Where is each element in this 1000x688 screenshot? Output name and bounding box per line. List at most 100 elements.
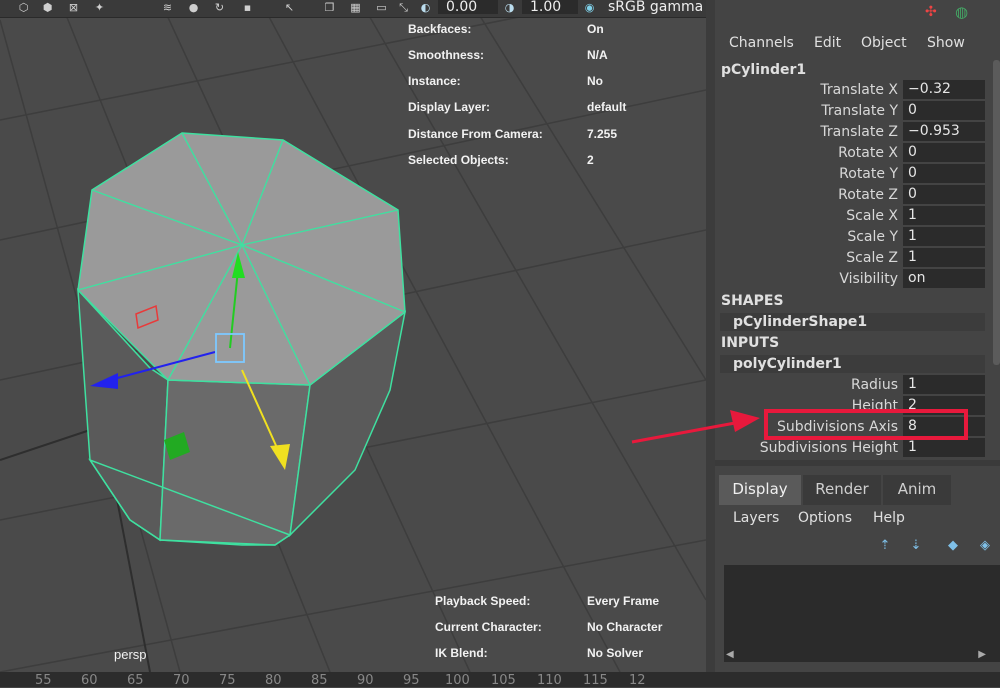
attr-label[interactable]: Scale X bbox=[715, 208, 898, 224]
attr-label[interactable]: Translate Z bbox=[715, 124, 898, 140]
attr-field[interactable]: 0 bbox=[903, 101, 985, 120]
colorspace-dropdown[interactable]: sRGB gamma bbox=[600, 0, 706, 14]
ruler-tick: 12 bbox=[629, 673, 646, 688]
hud-label: Selected Objects: bbox=[408, 153, 509, 167]
hud-value: No Character bbox=[587, 620, 663, 634]
input-attr-label[interactable]: Subdivisions Height bbox=[715, 440, 898, 456]
menu-edit[interactable]: Edit bbox=[814, 35, 841, 51]
tab-anim[interactable]: Anim bbox=[883, 475, 951, 505]
exposure-field[interactable]: 0.00 bbox=[438, 0, 498, 14]
attr-field[interactable]: 0 bbox=[903, 164, 985, 183]
refresh-icon[interactable]: ↻ bbox=[212, 0, 227, 15]
inputs-header: INPUTS bbox=[721, 335, 780, 351]
hud-value: On bbox=[587, 22, 604, 36]
shapes-header: SHAPES bbox=[721, 293, 784, 309]
hud-value: default bbox=[587, 100, 627, 114]
scroll-right-icon[interactable]: ▶ bbox=[978, 649, 986, 660]
move-layer-down-icon[interactable]: ⇣ bbox=[906, 538, 926, 553]
attr-field[interactable]: 1 bbox=[903, 227, 985, 246]
menu-channels[interactable]: Channels bbox=[729, 35, 794, 51]
ruler-tick: 75 bbox=[219, 673, 236, 688]
globe-icon: ◍ bbox=[955, 3, 969, 21]
hud-label: Current Character: bbox=[435, 620, 542, 634]
menu-layers[interactable]: Layers bbox=[733, 510, 779, 526]
xray-icon[interactable]: ⬡ bbox=[16, 0, 31, 15]
resolution-icon[interactable]: ⤡ bbox=[396, 0, 411, 15]
grid-snap-icon[interactable]: ▦ bbox=[348, 0, 363, 15]
attr-label[interactable]: Scale Z bbox=[715, 250, 898, 266]
channel-box-panel: ✣ ◍ Channels Edit Object Show pCylinder1… bbox=[715, 0, 1000, 672]
channel-box-scrollbar[interactable] bbox=[993, 60, 1000, 365]
scroll-left-icon[interactable]: ◀ bbox=[726, 649, 734, 660]
input-attr-field[interactable]: 1 bbox=[903, 438, 985, 457]
tab-display[interactable]: Display bbox=[719, 475, 801, 505]
wireframe-shaded-icon[interactable]: ⬢ bbox=[40, 0, 55, 15]
attr-label[interactable]: Rotate Y bbox=[715, 166, 898, 182]
ruler-tick: 80 bbox=[265, 673, 282, 688]
input-attr-field[interactable]: 1 bbox=[903, 375, 985, 394]
move-layer-up-icon[interactable]: ⇡ bbox=[875, 538, 895, 553]
isolate-icon[interactable]: ⊠ bbox=[66, 0, 81, 15]
highlight-box bbox=[764, 409, 968, 440]
layer-list[interactable]: ◀ ▶ bbox=[724, 565, 1000, 662]
hud-label: Playback Speed: bbox=[435, 594, 531, 608]
select-cursor-icon[interactable]: ↖ bbox=[282, 0, 297, 15]
attr-label[interactable]: Translate X bbox=[715, 82, 898, 98]
shadow-icon[interactable]: ≋ bbox=[160, 0, 175, 15]
ruler-tick: 105 bbox=[491, 673, 516, 688]
hud-label: Distance From Camera: bbox=[408, 127, 543, 141]
exposure-icon[interactable]: ◐ bbox=[418, 0, 433, 15]
hud-label: IK Blend: bbox=[435, 646, 488, 660]
menu-options[interactable]: Options bbox=[798, 510, 852, 526]
menu-help[interactable]: Help bbox=[873, 510, 905, 526]
attr-label[interactable]: Rotate Z bbox=[715, 187, 898, 203]
ruler-tick: 100 bbox=[445, 673, 470, 688]
new-layer-selected-icon[interactable]: ◈ bbox=[975, 538, 995, 553]
hud-label: Display Layer: bbox=[408, 100, 491, 114]
hud-label: Instance: bbox=[408, 74, 461, 88]
new-layer-icon[interactable]: ◆ bbox=[943, 538, 963, 553]
ruler-tick: 110 bbox=[537, 673, 562, 688]
menu-show[interactable]: Show bbox=[927, 35, 965, 51]
gamma-icon[interactable]: ◑ bbox=[502, 0, 517, 15]
attr-field[interactable]: 0 bbox=[903, 185, 985, 204]
menu-object[interactable]: Object bbox=[861, 35, 907, 51]
gamma-field[interactable]: 1.00 bbox=[522, 0, 578, 14]
attr-label[interactable]: Rotate X bbox=[715, 145, 898, 161]
input-node[interactable]: polyCylinder1 bbox=[720, 355, 985, 373]
hud-value: No bbox=[587, 74, 603, 88]
ruler-tick: 90 bbox=[357, 673, 374, 688]
input-attr-label[interactable]: Radius bbox=[715, 377, 898, 393]
hud-value: 2 bbox=[587, 153, 594, 167]
ruler-tick: 85 bbox=[311, 673, 328, 688]
attr-label[interactable]: Scale Y bbox=[715, 229, 898, 245]
tab-render[interactable]: Render bbox=[803, 475, 881, 505]
attr-field[interactable]: 0 bbox=[903, 143, 985, 162]
camera-label: persp bbox=[114, 647, 147, 662]
shape-node[interactable]: pCylinderShape1 bbox=[720, 313, 985, 331]
attr-field[interactable]: on bbox=[903, 269, 985, 288]
attr-field[interactable]: 1 bbox=[903, 206, 985, 225]
cylinder-mesh bbox=[77, 132, 407, 546]
gate-icon[interactable]: ▪ bbox=[240, 0, 255, 15]
object-name[interactable]: pCylinder1 bbox=[721, 62, 806, 78]
ambient-occlusion-icon[interactable]: ● bbox=[186, 0, 201, 15]
attr-label[interactable]: Visibility bbox=[715, 271, 898, 287]
panel-separator[interactable] bbox=[706, 0, 715, 672]
ruler-tick: 65 bbox=[127, 673, 144, 688]
axis-icon: ✣ bbox=[925, 4, 937, 20]
attr-field[interactable]: −0.953 bbox=[903, 122, 985, 141]
time-slider[interactable]: 55 60 65 70 75 80 85 90 95 100 105 110 1… bbox=[0, 672, 1000, 688]
ruler-tick: 115 bbox=[583, 673, 608, 688]
hud-label: Backfaces: bbox=[408, 22, 472, 36]
attr-field[interactable]: −0.32 bbox=[903, 80, 985, 99]
attr-label[interactable]: Translate Y bbox=[715, 103, 898, 119]
camera-icon[interactable]: ▭ bbox=[374, 0, 389, 15]
color-management-icon[interactable]: ◉ bbox=[582, 0, 597, 15]
perspective-viewport[interactable]: ⬡ ⬢ ⊠ ✦ ≋ ● ↻ ▪ ↖ ❐ ▦ ▭ ⤡ ◐ 0.00 ◑ 1.00 … bbox=[0, 0, 706, 672]
light-icon[interactable]: ✦ bbox=[92, 0, 107, 15]
copy-icon[interactable]: ❐ bbox=[322, 0, 337, 15]
hud-value: 7.255 bbox=[587, 127, 618, 141]
viewport-toolbar: ⬡ ⬢ ⊠ ✦ ≋ ● ↻ ▪ ↖ ❐ ▦ ▭ ⤡ ◐ 0.00 ◑ 1.00 … bbox=[0, 0, 706, 18]
attr-field[interactable]: 1 bbox=[903, 248, 985, 267]
